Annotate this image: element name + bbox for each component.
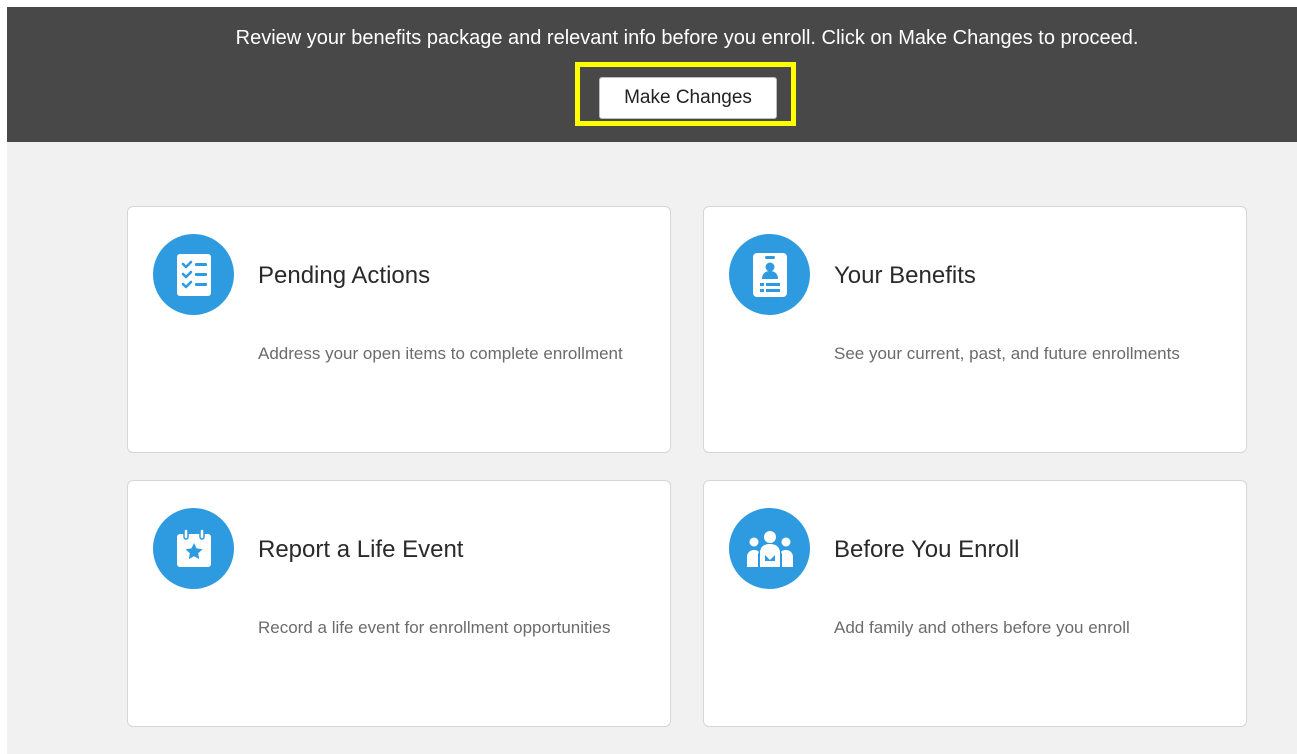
card-description: See your current, past, and future enrol… <box>834 344 1180 363</box>
card-description: Address your open items to complete enro… <box>258 344 623 363</box>
page: Review your benefits package and relevan… <box>0 0 1297 754</box>
id-badge-icon <box>729 234 810 315</box>
make-changes-button[interactable]: Make Changes <box>599 77 777 119</box>
checklist-icon <box>153 234 234 315</box>
your-benefits-card[interactable]: Your Benefits See your current, past, an… <box>703 206 1247 453</box>
card-description: Add family and others before you enroll <box>834 618 1130 637</box>
card-description: Record a life event for enrollment oppor… <box>258 618 611 637</box>
card-title: Pending Actions <box>258 262 431 289</box>
banner-message: Review your benefits package and relevan… <box>235 27 1139 49</box>
report-life-event-card[interactable]: Report a Life Event Record a life event … <box>127 480 671 727</box>
family-group-icon <box>729 508 810 589</box>
pending-actions-card[interactable]: Pending Actions Address your open items … <box>127 206 671 453</box>
content-area: Pending Actions Address your open items … <box>7 142 1297 754</box>
card-title: Your Benefits <box>834 262 976 289</box>
card-title: Report a Life Event <box>258 536 464 563</box>
calendar-star-icon <box>153 508 234 589</box>
before-you-enroll-card[interactable]: Before You Enroll Add family and others … <box>703 480 1247 727</box>
card-title: Before You Enroll <box>834 536 1020 563</box>
